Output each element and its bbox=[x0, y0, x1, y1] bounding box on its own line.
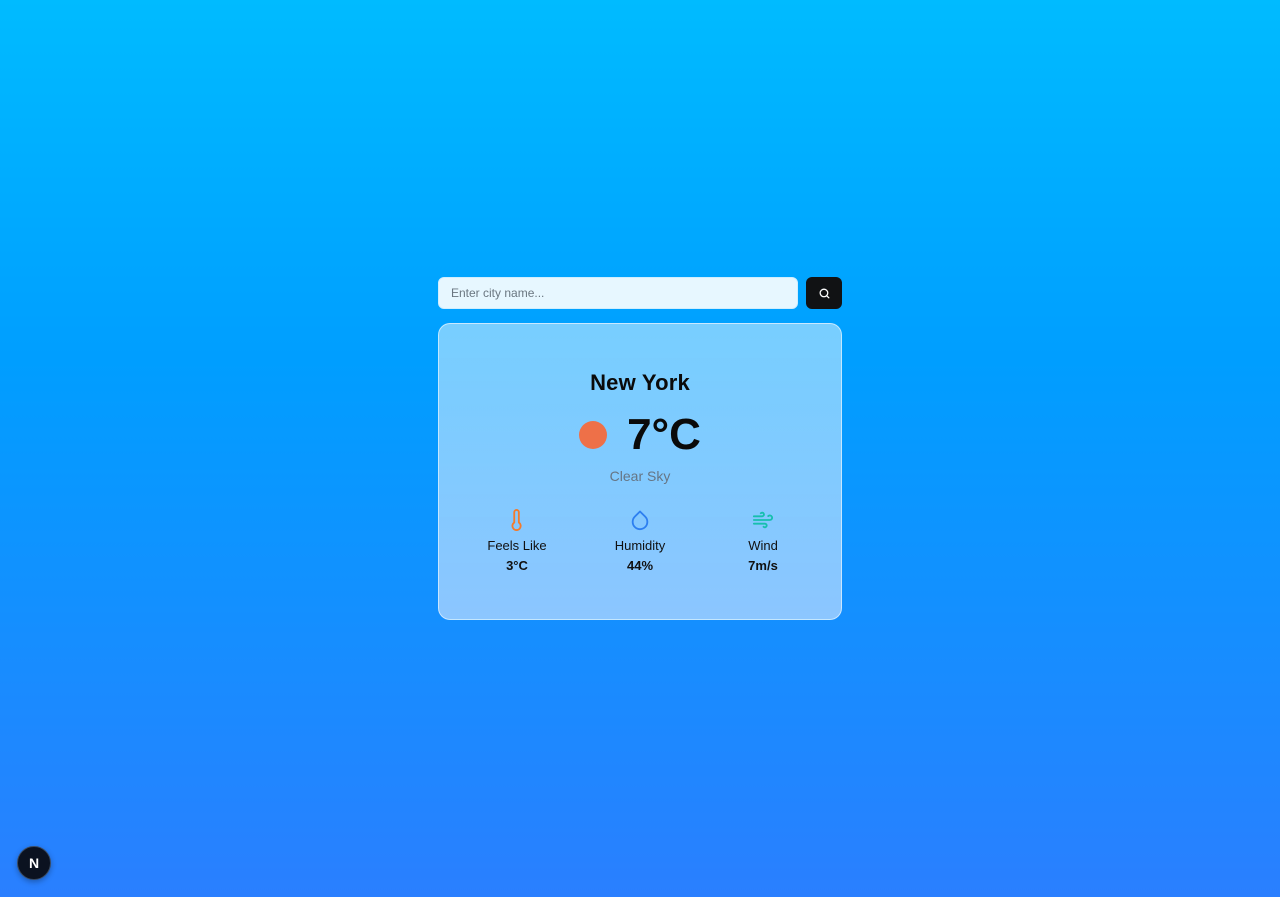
weather-condition: Clear Sky bbox=[609, 468, 671, 484]
sun-icon bbox=[579, 421, 608, 449]
stat-wind: Wind 7m/s bbox=[713, 508, 813, 573]
stat-label: Wind bbox=[748, 538, 778, 553]
stat-value: 3°C bbox=[506, 558, 528, 573]
stat-label: Humidity bbox=[614, 538, 666, 553]
temperature: 7°C bbox=[627, 410, 701, 459]
search-button[interactable] bbox=[806, 277, 842, 309]
weather-app: New York 7°C Clear Sky Feels Like 3°C bbox=[438, 277, 842, 620]
stat-value: 7m/s bbox=[748, 558, 778, 573]
thermometer-icon bbox=[506, 508, 528, 532]
city-search-input[interactable] bbox=[438, 277, 798, 309]
weather-stats: Feels Like 3°C Humidity 44% Wind 7m/s bbox=[439, 508, 841, 573]
city-name: New York bbox=[590, 370, 690, 395]
stat-label: Feels Like bbox=[487, 538, 547, 553]
weather-card: New York 7°C Clear Sky Feels Like 3°C Hu… bbox=[438, 323, 842, 620]
stat-humidity: Humidity 44% bbox=[590, 508, 690, 573]
search-icon bbox=[819, 288, 829, 298]
droplet-icon bbox=[629, 508, 651, 532]
wind-icon bbox=[752, 508, 774, 532]
nextjs-dev-badge[interactable]: N bbox=[17, 846, 51, 880]
search-bar bbox=[438, 277, 842, 309]
stat-feels-like: Feels Like 3°C bbox=[467, 508, 567, 573]
temperature-row: 7°C bbox=[439, 410, 841, 460]
stat-value: 44% bbox=[626, 558, 654, 573]
